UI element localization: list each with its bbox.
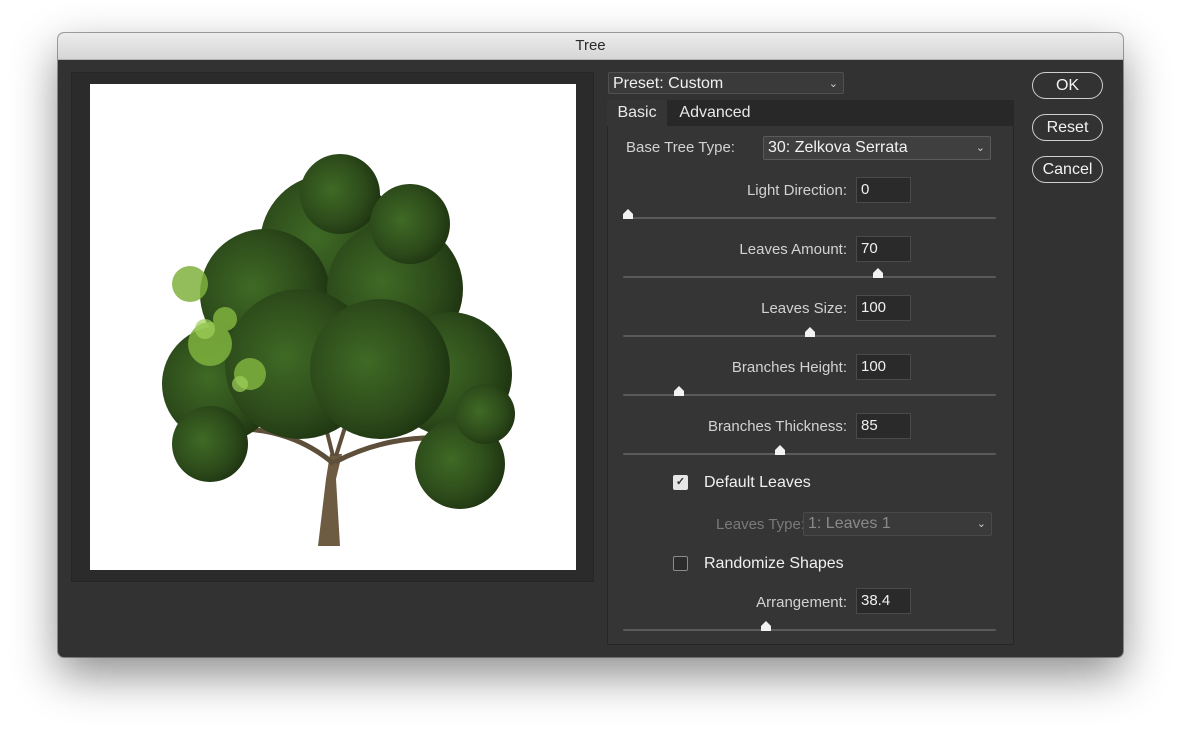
chevron-down-icon: ⌄ [976,518,986,530]
reset-button[interactable]: Reset [1032,114,1103,141]
base-tree-type-label: Base Tree Type: [626,139,735,156]
base-tree-type-dropdown[interactable]: 30: Zelkova Serrata ⌄ [763,136,991,160]
leaves-amount-label: Leaves Amount: [739,241,847,258]
leaves-amount-track[interactable] [623,268,996,278]
tab-bar: Basic Advanced [607,100,1014,126]
leaves-type-value: 1: Leaves 1 [808,515,891,532]
preset-label: Preset: Custom [613,75,724,92]
cancel-button[interactable]: Cancel [1032,156,1103,183]
settings-panel: Base Tree Type: 30: Zelkova Serrata ⌄ Li… [607,126,1014,645]
light-direction-label: Light Direction: [746,182,847,199]
tree-preview [90,84,576,570]
leaves-size-label: Leaves Size: [761,300,847,317]
branches-thickness-track[interactable] [623,445,996,455]
branches-height-field[interactable]: 100 [856,354,911,380]
branches-thickness-field[interactable]: 85 [856,413,911,439]
base-tree-type-value: 30: Zelkova Serrata [768,139,908,156]
branches-height-track[interactable] [623,386,996,396]
leaves-type-dropdown: 1: Leaves 1 ⌄ [803,512,992,536]
leaves-amount-field[interactable]: 70 [856,236,911,262]
randomize-shapes-label[interactable]: Randomize Shapes [704,555,844,573]
arrangement-field[interactable]: 38.4 [856,588,911,614]
arrangement-label: Arrangement: [756,594,847,611]
branches-thickness-label: Branches Thickness: [708,418,847,435]
tab-basic[interactable]: Basic [607,100,667,126]
light-direction-track[interactable] [623,209,996,219]
branches-height-label: Branches Height: [731,359,847,376]
chevron-down-icon: ⌄ [975,142,985,154]
light-direction-field[interactable]: 0 [856,177,911,203]
preview-panel [71,72,594,582]
tab-advanced[interactable]: Advanced [672,100,758,126]
checkmark-icon: ✓ [675,476,686,488]
leaves-type-label: Leaves Type: [716,516,805,533]
leaves-size-track[interactable] [623,327,996,337]
arrangement-track[interactable] [623,621,996,631]
window-title: Tree [58,33,1123,60]
leaves-size-field[interactable]: 100 [856,295,911,321]
default-leaves-label[interactable]: Default Leaves [704,474,811,492]
default-leaves-checkbox[interactable]: ✓ [673,475,688,490]
tree-dialog: Tree Preset: Custom ⌄ Basic Advanced Bas… [58,33,1123,657]
preset-dropdown[interactable]: Preset: Custom ⌄ [608,72,844,94]
tree-illustration [162,154,515,546]
chevron-down-icon: ⌄ [828,78,838,90]
randomize-shapes-checkbox[interactable] [673,556,688,571]
ok-button[interactable]: OK [1032,72,1103,99]
